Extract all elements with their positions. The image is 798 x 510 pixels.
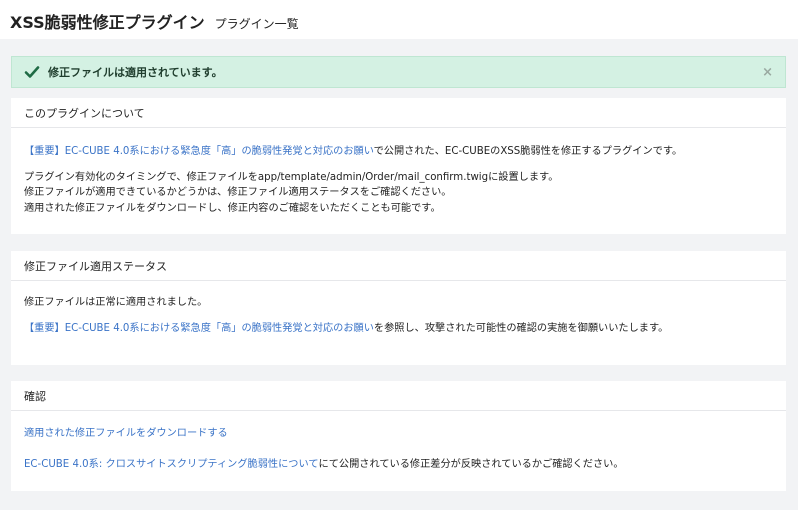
confirm-card: 確認 適用された修正ファイルをダウンロードする EC-CUBE 4.0系: クロ… bbox=[11, 381, 786, 491]
status-line-2: 【重要】EC-CUBE 4.0系における緊急度「高」の脆弱性発覚と対応のお願いを… bbox=[24, 322, 668, 336]
status-card-title: 修正ファイル適用ステータス bbox=[11, 251, 786, 281]
confirm-line-2-text: にて公開されている修正差分が反映されているかご確認ください。 bbox=[318, 459, 624, 470]
status-line-2-text: を参照し、攻撃された可能性の確認の実施を御願いいたします。 bbox=[373, 323, 669, 334]
confirm-line-2: EC-CUBE 4.0系: クロスサイトスクリプティング脆弱性についてにて公開さ… bbox=[24, 458, 624, 472]
about-line-2: プラグイン有効化のタイミングで、修正ファイルをapp/template/admi… bbox=[24, 172, 559, 183]
confirm-line-1: 適用された修正ファイルをダウンロードする bbox=[24, 427, 228, 441]
success-alert: 修正ファイルは適用されています。 × bbox=[11, 56, 786, 88]
about-line-1: 【重要】EC-CUBE 4.0系における緊急度「高」の脆弱性発覚と対応のお願いで… bbox=[24, 145, 682, 159]
page-header: XSS脆弱性修正プラグイン プラグイン一覧 bbox=[0, 0, 798, 39]
alert-message: 修正ファイルは適用されています。 bbox=[48, 66, 223, 79]
about-card-title: このプラグインについて bbox=[11, 98, 786, 128]
page-subtitle: プラグイン一覧 bbox=[214, 17, 299, 31]
vulnerability-notice-link-2[interactable]: 【重要】EC-CUBE 4.0系における緊急度「高」の脆弱性発覚と対応のお願い bbox=[24, 323, 374, 334]
status-line-1: 修正ファイルは正常に適用されました。 bbox=[24, 297, 208, 308]
about-line-3: 修正ファイルが適用できているかどうかは、修正ファイル適用ステータスをご確認くださ… bbox=[24, 187, 452, 198]
status-card: 修正ファイル適用ステータス 修正ファイルは正常に適用されました。 【重要】EC-… bbox=[11, 251, 786, 365]
page-title: XSS脆弱性修正プラグイン bbox=[10, 13, 205, 32]
about-line-1-text: で公開された、EC-CUBEのXSS脆弱性を修正するプラグインです。 bbox=[373, 146, 683, 157]
confirm-card-title: 確認 bbox=[11, 381, 786, 411]
close-icon[interactable]: × bbox=[762, 65, 773, 80]
about-card: このプラグインについて 【重要】EC-CUBE 4.0系における緊急度「高」の脆… bbox=[11, 98, 786, 234]
xss-vulnerability-link[interactable]: EC-CUBE 4.0系: クロスサイトスクリプティング脆弱性について bbox=[24, 459, 319, 470]
check-icon bbox=[24, 66, 40, 78]
download-fix-file-link[interactable]: 適用された修正ファイルをダウンロードする bbox=[24, 428, 228, 439]
vulnerability-notice-link[interactable]: 【重要】EC-CUBE 4.0系における緊急度「高」の脆弱性発覚と対応のお願い bbox=[24, 146, 374, 157]
about-line-4: 適用された修正ファイルをダウンロードし、修正内容のご確認をいただくことも可能です… bbox=[24, 203, 441, 214]
